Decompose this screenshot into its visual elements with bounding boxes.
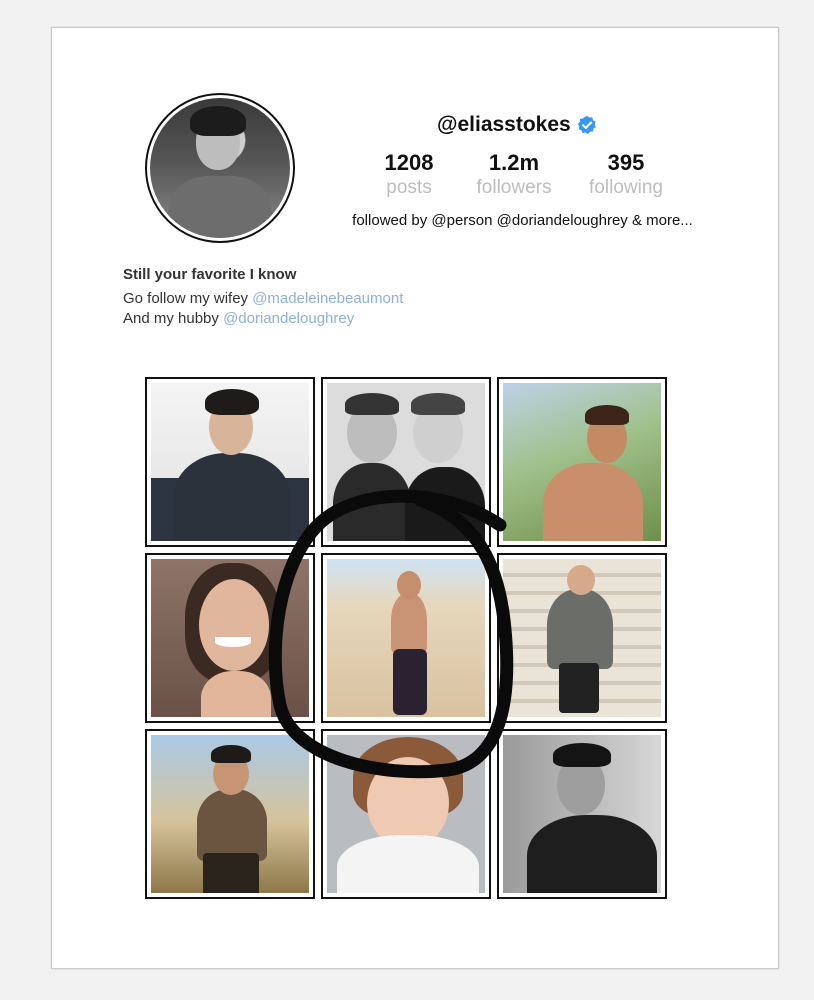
bio-title: Still your favorite I know — [123, 266, 297, 283]
stat-followers-value: 1.2m — [488, 150, 540, 175]
stat-following-value: 395 — [607, 150, 645, 175]
post-grid — [145, 377, 671, 903]
avatar-photo — [150, 98, 290, 238]
post-image — [503, 735, 661, 893]
post-image — [327, 383, 485, 541]
stat-following-label: following — [589, 177, 663, 198]
stat-followers[interactable]: 1.2m followers — [466, 150, 562, 200]
mention-link-hubby[interactable]: @doriandeloughrey — [223, 310, 354, 327]
mention-link-wifey[interactable]: @madeleinebeaumont — [252, 290, 403, 307]
post-two-children-bw[interactable] — [321, 377, 491, 547]
bio-line-2: And my hubby @doriandeloughrey — [123, 310, 354, 327]
post-image — [151, 383, 309, 541]
post-shirtless-palm-trees[interactable] — [497, 377, 667, 547]
handle-row: @eliasstokes — [437, 113, 597, 137]
bio-line-2-text: And my hubby — [123, 310, 224, 327]
bio-line-1: Go follow my wifey @madeleinebeaumont — [123, 290, 403, 307]
post-image — [327, 559, 485, 717]
followed-by-text[interactable]: followed by @person @doriandeloughrey & … — [350, 211, 695, 230]
post-image — [503, 559, 661, 717]
stat-followers-label: followers — [476, 177, 552, 198]
post-man-desert-sand[interactable] — [321, 553, 491, 723]
bio-line-1-text: Go follow my wifey — [123, 290, 253, 307]
profile-stats: 1208 posts 1.2m followers 395 following — [370, 150, 670, 202]
stat-posts[interactable]: 1208 posts — [370, 150, 448, 200]
post-image — [503, 383, 661, 541]
stat-following[interactable]: 395 following — [578, 150, 674, 200]
post-image — [151, 559, 309, 717]
profile-avatar[interactable] — [145, 93, 295, 243]
verified-badge-icon — [577, 115, 596, 134]
stat-posts-value: 1208 — [384, 150, 434, 175]
post-image — [151, 735, 309, 893]
stat-posts-label: posts — [386, 177, 432, 198]
post-smiling-woman[interactable] — [145, 553, 315, 723]
post-image — [327, 735, 485, 893]
profile-page: @eliasstokes 1208 posts 1.2m followers 3… — [51, 27, 779, 969]
post-man-festival[interactable] — [145, 729, 315, 899]
post-girl-white-hoodie[interactable] — [321, 729, 491, 899]
post-boy-stairs[interactable] — [497, 553, 667, 723]
post-man-denim-jacket[interactable] — [145, 377, 315, 547]
post-man-bw-jacket[interactable] — [497, 729, 667, 899]
profile-handle: @eliasstokes — [437, 113, 571, 136]
